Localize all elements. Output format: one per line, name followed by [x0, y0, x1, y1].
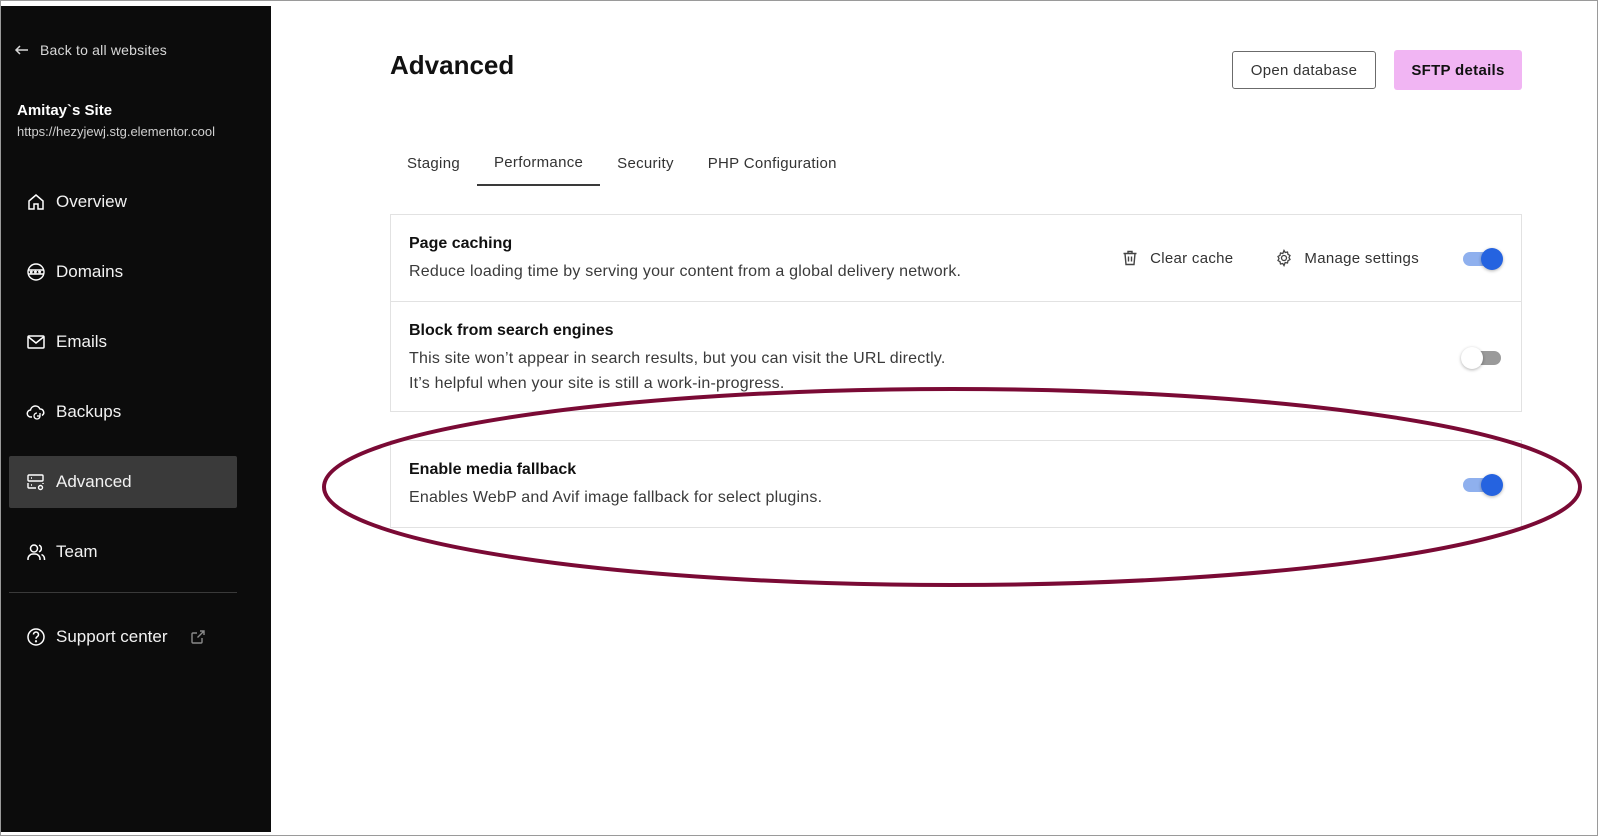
- sidebar-item-label: Overview: [56, 192, 127, 211]
- tab-performance[interactable]: Performance: [476, 140, 601, 186]
- site-name: Amitay`s Site: [17, 102, 113, 119]
- media-fallback-description: Enables WebP and Avif image fallback for…: [409, 489, 823, 506]
- block-search-title: Block from search engines: [409, 322, 614, 339]
- sidebar-item-label: Emails: [56, 332, 108, 351]
- tab-php-configuration[interactable]: PHP Configuration: [691, 140, 854, 186]
- tab-staging[interactable]: Staging: [390, 140, 477, 186]
- sftp-details-button[interactable]: SFTP details: [1394, 50, 1522, 90]
- sidebar-item-advanced[interactable]: Advanced: [9, 456, 237, 508]
- sidebar-item-team[interactable]: Team: [9, 526, 237, 578]
- sidebar-item-label: Domains: [56, 262, 124, 281]
- site-url: https://hezyjewj.stg.elementor.cool: [17, 124, 215, 139]
- manage-settings-button[interactable]: Manage settings: [1275, 249, 1419, 267]
- sidebar-divider: [9, 592, 237, 593]
- page-title: Advanced: [390, 50, 515, 80]
- globe-www-icon: [27, 263, 45, 281]
- sidebar-item-label: Team: [56, 542, 98, 561]
- sidebar-item-label: Advanced: [56, 472, 132, 491]
- back-to-websites-link[interactable]: Back to all websites: [14, 42, 167, 58]
- block-search-toggle[interactable]: [1461, 346, 1503, 369]
- media-fallback-card: Enable media fallback Enables WebP and A…: [390, 440, 1522, 528]
- back-link-label: Back to all websites: [40, 42, 167, 58]
- sidebar: Back to all websites Amitay`s Site https…: [1, 6, 271, 832]
- sidebar-item-domains[interactable]: Domains: [9, 246, 237, 298]
- toggle-thumb: [1481, 474, 1503, 496]
- users-icon: [27, 544, 46, 560]
- media-fallback-row: Enable media fallback Enables WebP and A…: [391, 441, 1521, 527]
- block-search-description-line2: It’s helpful when your site is still a w…: [409, 375, 785, 392]
- block-search-description-line1: This site won’t appear in search results…: [409, 350, 946, 367]
- gear-icon: [1277, 249, 1292, 267]
- arrow-left-icon: [14, 45, 28, 55]
- media-fallback-toggle[interactable]: [1461, 473, 1503, 496]
- sidebar-item-overview[interactable]: Overview: [9, 176, 237, 228]
- manage-settings-label: Manage settings: [1304, 249, 1419, 267]
- toggle-thumb: [1481, 248, 1503, 270]
- mail-icon: [27, 335, 45, 349]
- clear-cache-button[interactable]: Clear cache: [1121, 249, 1233, 267]
- media-fallback-title: Enable media fallback: [409, 461, 577, 478]
- open-database-button[interactable]: Open database: [1232, 51, 1376, 89]
- sidebar-item-label: Backups: [56, 402, 122, 421]
- page-caching-row: Page caching Reduce loading time by serv…: [391, 215, 1521, 301]
- sidebar-nav: Overview Domains Emails Backups Advanced…: [9, 176, 237, 681]
- home-icon: [28, 194, 44, 210]
- block-search-actions: [1461, 302, 1503, 411]
- settings-card: Page caching Reduce loading time by serv…: [390, 214, 1522, 412]
- clear-cache-label: Clear cache: [1150, 249, 1234, 267]
- trash-icon: [1123, 250, 1137, 266]
- sidebar-item-emails[interactable]: Emails: [9, 316, 237, 368]
- sidebar-item-label: Support center: [56, 627, 168, 646]
- page-caching-actions: Clear cache Manage settings: [1121, 215, 1503, 301]
- media-fallback-actions: [1461, 441, 1503, 527]
- sidebar-item-backups[interactable]: Backups: [9, 386, 237, 438]
- block-search-row: Block from search engines This site won’…: [391, 301, 1521, 411]
- external-link-icon: [190, 630, 205, 644]
- page-caching-toggle[interactable]: [1461, 247, 1503, 270]
- tab-security[interactable]: Security: [600, 140, 691, 186]
- sidebar-item-support-center[interactable]: Support center: [9, 611, 237, 663]
- tabs-bar: Staging Performance Security PHP Configu…: [390, 140, 854, 186]
- server-settings-icon: [27, 474, 44, 491]
- cloud-backup-icon: [26, 405, 45, 420]
- help-circle-icon: [27, 628, 45, 646]
- toggle-thumb: [1461, 346, 1483, 369]
